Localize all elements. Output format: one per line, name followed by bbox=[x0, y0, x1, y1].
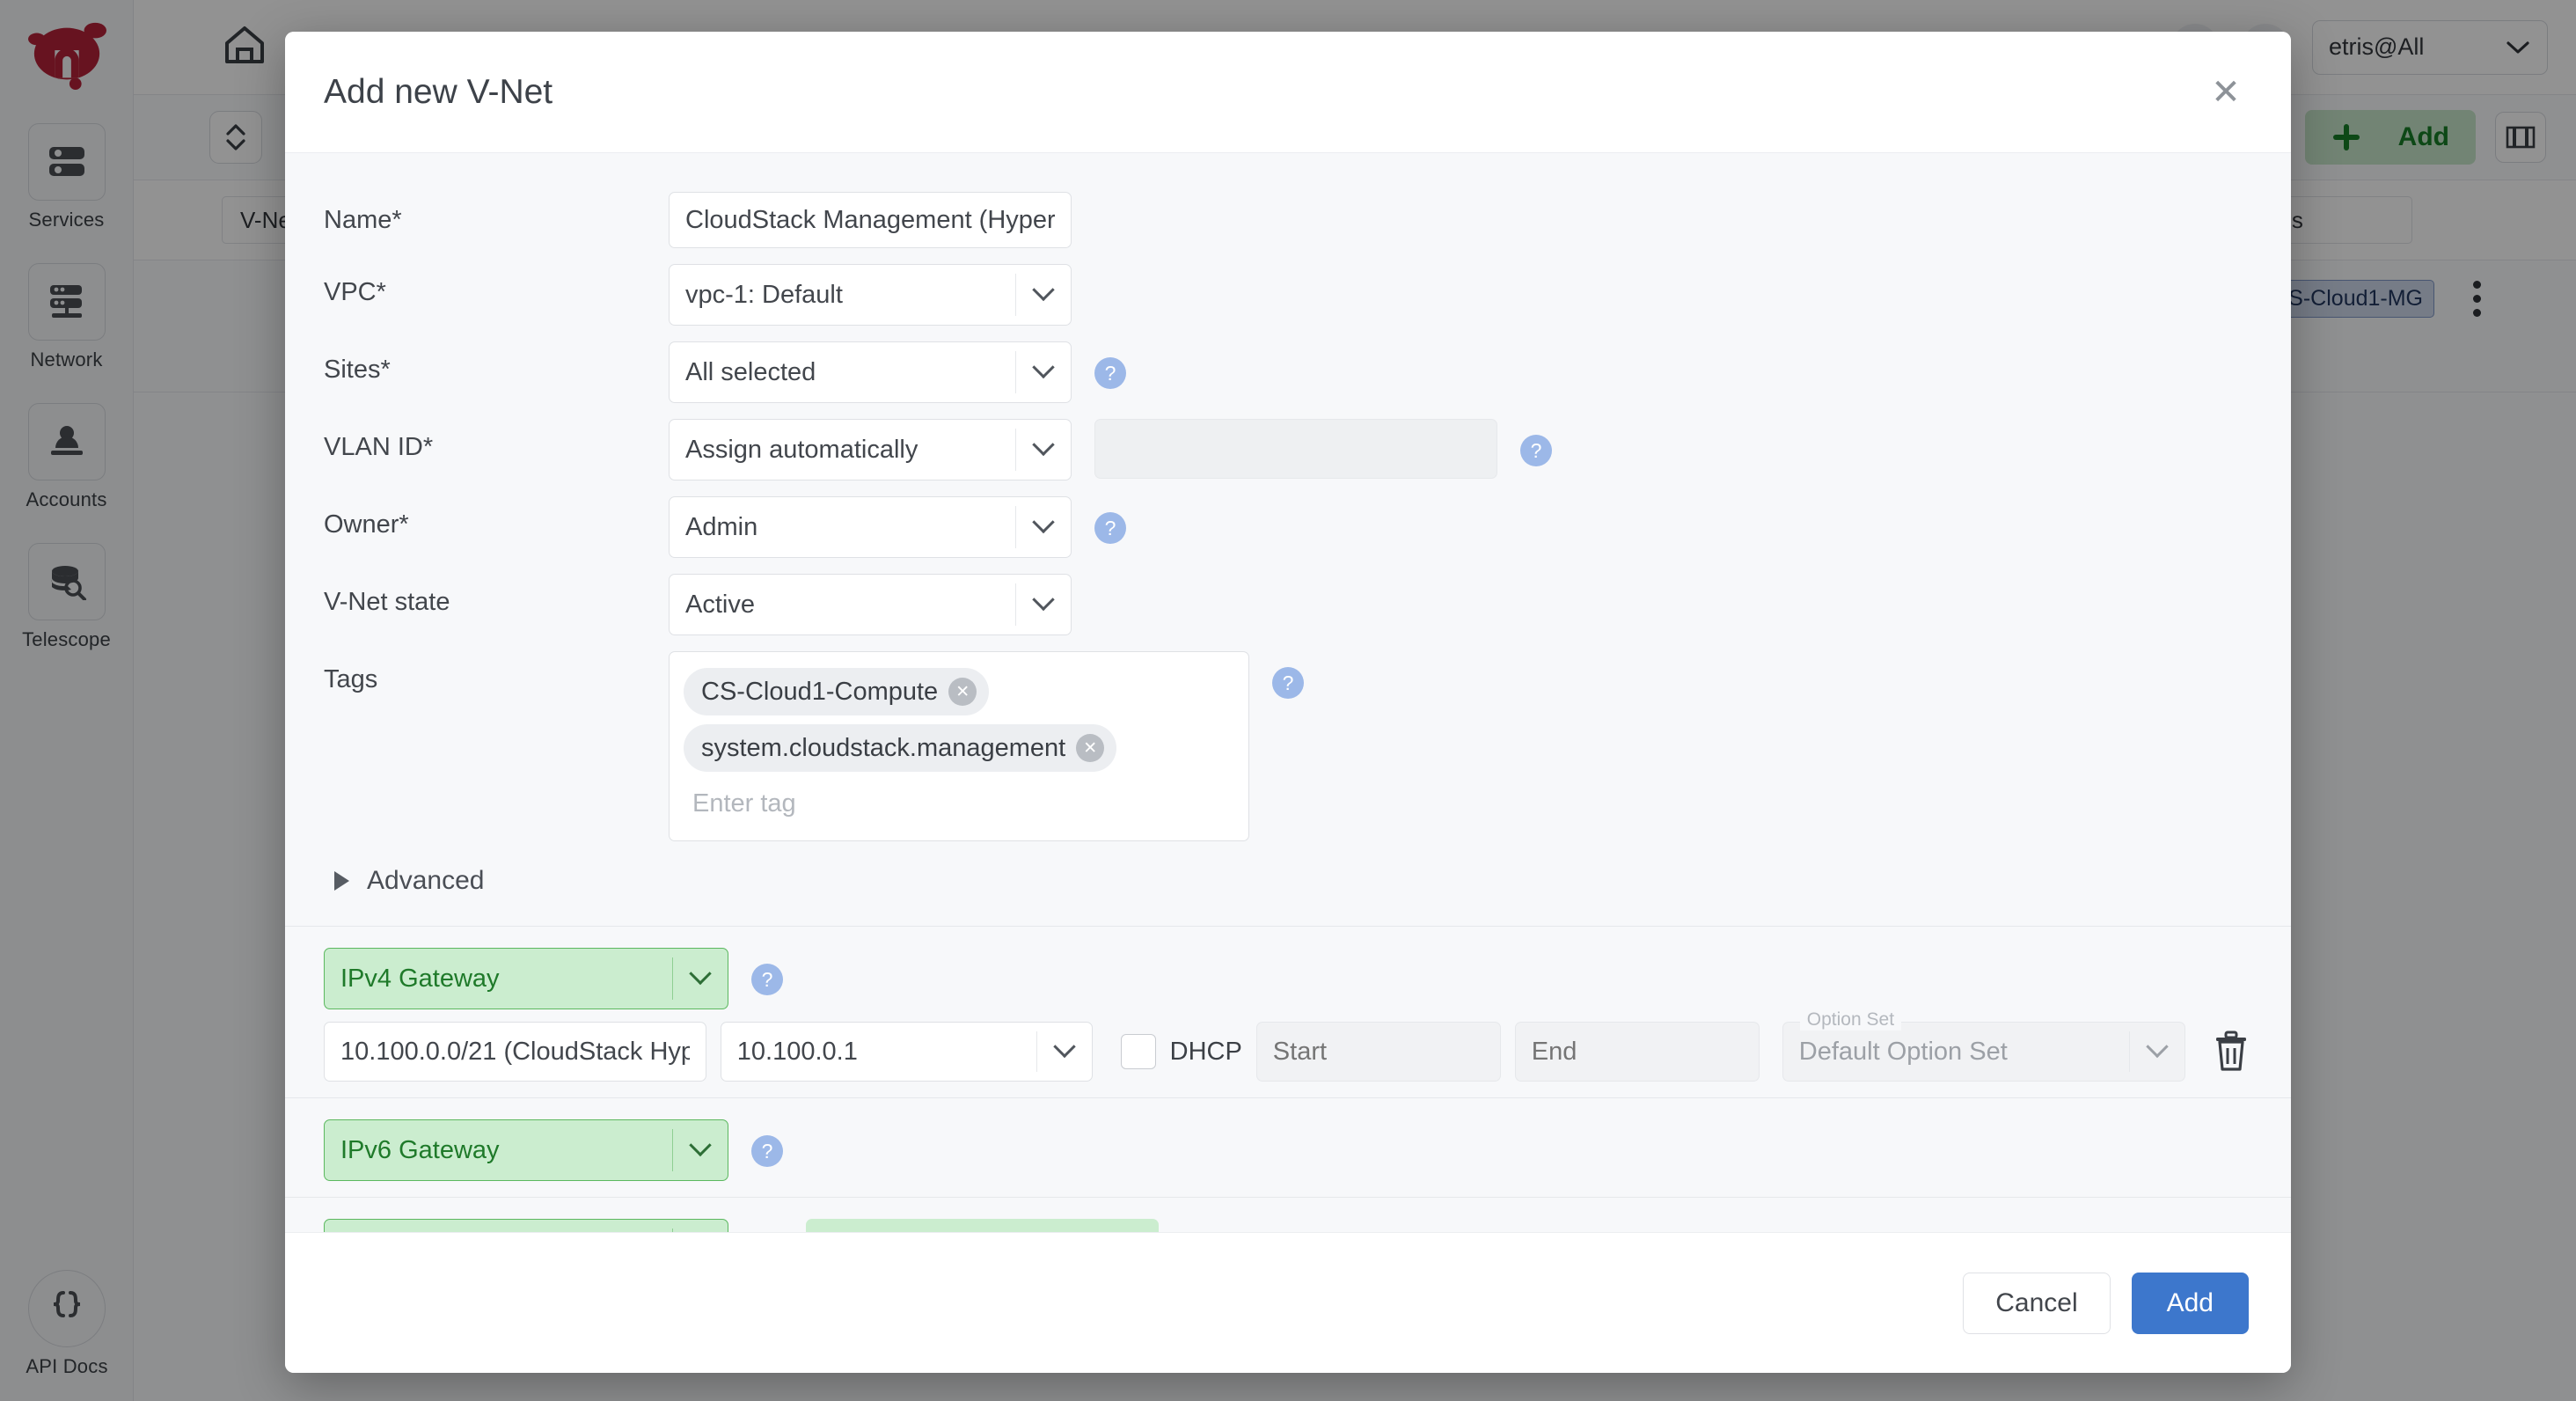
tag-entry-placeholder[interactable]: Enter tag bbox=[684, 781, 803, 818]
trash-glyph bbox=[2212, 1031, 2250, 1073]
help-icon[interactable]: ? bbox=[1272, 667, 1304, 699]
dhcp-end-input[interactable] bbox=[1515, 1022, 1760, 1082]
option-set-value: Default Option Set bbox=[1783, 1038, 2129, 1067]
ipv4-gateway-ip-select[interactable]: 10.100.0.1 bbox=[721, 1022, 1093, 1082]
add-vnet-dialog: Add new V-Net ✕ Name* VPC* vpc-1: Defaul… bbox=[285, 32, 2291, 1373]
chevron-down-icon bbox=[1016, 442, 1071, 458]
label-name: Name* bbox=[324, 192, 669, 235]
ipv4-gateway-row: 10.100.0.1 DHCP Option Set Default Optio… bbox=[324, 1022, 2252, 1082]
label-owner: Owner* bbox=[324, 496, 669, 539]
tags-input-box[interactable]: CS-Cloud1-Compute ✕ system.cloudstack.ma… bbox=[669, 651, 1249, 841]
dhcp-start-input[interactable] bbox=[1256, 1022, 1501, 1082]
tag-chip: CS-Cloud1-Compute ✕ bbox=[684, 668, 989, 715]
tag-chip-label: CS-Cloud1-Compute bbox=[701, 678, 938, 707]
option-set-field: Option Set Default Option Set bbox=[1782, 1022, 2185, 1082]
ipv6-gateway-button[interactable]: IPv6 Gateway bbox=[324, 1119, 728, 1181]
help-icon[interactable]: ? bbox=[1094, 512, 1126, 544]
vlan-mode-select[interactable]: Assign automatically bbox=[669, 419, 1072, 480]
state-select-value: Active bbox=[670, 590, 1015, 620]
dhcp-label: DHCP bbox=[1170, 1038, 1242, 1067]
cancel-button[interactable]: Cancel bbox=[1963, 1273, 2110, 1334]
close-small-icon[interactable]: ✕ bbox=[948, 678, 977, 706]
owner-select-value: Admin bbox=[670, 513, 1015, 542]
label-vlan: VLAN ID* bbox=[324, 419, 669, 462]
field-row-sites: Sites* All selected ? bbox=[324, 341, 2252, 403]
ipv4-subnet-input[interactable] bbox=[324, 1022, 706, 1082]
ipv6-gateway-label: IPv6 Gateway bbox=[325, 1136, 672, 1165]
advanced-label: Advanced bbox=[367, 866, 484, 896]
owner-select[interactable]: Admin bbox=[669, 496, 1072, 558]
dialog-footer: Cancel Add bbox=[285, 1232, 2291, 1373]
chevron-down-icon bbox=[1016, 364, 1071, 380]
help-icon[interactable]: ? bbox=[751, 1135, 783, 1167]
field-row-vlan: VLAN ID* Assign automatically ? bbox=[324, 419, 2252, 480]
chevron-down-icon bbox=[1037, 1044, 1092, 1060]
add-network-interface-tag-button[interactable]: Add Network Interface Tag bbox=[806, 1219, 1159, 1232]
chevron-down-icon bbox=[1016, 519, 1071, 535]
field-row-vpc: VPC* vpc-1: Default bbox=[324, 264, 2252, 326]
field-row-owner: Owner* Admin ? bbox=[324, 496, 2252, 558]
option-set-select[interactable]: Default Option Set bbox=[1782, 1022, 2185, 1082]
chevron-down-icon bbox=[673, 971, 728, 987]
state-select[interactable]: Active bbox=[669, 574, 1072, 635]
dialog-title: Add new V-Net bbox=[324, 73, 553, 112]
ipv4-gateway-label: IPv4 Gateway bbox=[325, 965, 672, 994]
chevron-down-icon bbox=[2130, 1044, 2184, 1060]
chevron-down-icon bbox=[1016, 597, 1071, 612]
field-row-name: Name* bbox=[324, 192, 2252, 248]
name-input[interactable] bbox=[669, 192, 1072, 248]
network-interface-section: Add Network Interface ? Add Network Inte… bbox=[324, 1198, 2252, 1232]
help-icon[interactable]: ? bbox=[1094, 357, 1126, 389]
sites-select[interactable]: All selected bbox=[669, 341, 1072, 403]
label-tags: Tags bbox=[324, 651, 669, 694]
triangle-right-icon bbox=[334, 871, 349, 891]
tag-chip: system.cloudstack.management ✕ bbox=[684, 724, 1116, 772]
advanced-toggle[interactable]: Advanced bbox=[334, 866, 2252, 896]
dialog-header: Add new V-Net ✕ bbox=[285, 32, 2291, 153]
dhcp-checkbox[interactable] bbox=[1121, 1034, 1156, 1069]
add-network-interface-button[interactable]: Add Network Interface bbox=[324, 1219, 728, 1232]
help-icon[interactable]: ? bbox=[751, 964, 783, 995]
chevron-down-icon bbox=[1016, 287, 1071, 303]
ipv4-gateway-section: IPv4 Gateway ? 10.100.0.1 DHCP Op bbox=[324, 927, 2252, 1097]
vlan-mode-value: Assign automatically bbox=[670, 436, 1015, 465]
label-vpc: VPC* bbox=[324, 264, 669, 307]
close-small-icon[interactable]: ✕ bbox=[1076, 734, 1104, 762]
sites-select-value: All selected bbox=[670, 358, 1015, 387]
ipv4-gateway-ip-value: 10.100.0.1 bbox=[721, 1038, 1036, 1067]
tag-chip-label: system.cloudstack.management bbox=[701, 734, 1065, 763]
trash-icon[interactable] bbox=[2210, 1029, 2252, 1075]
chevron-down-icon bbox=[673, 1142, 728, 1158]
ipv4-gateway-button[interactable]: IPv4 Gateway bbox=[324, 948, 728, 1009]
label-state: V-Net state bbox=[324, 574, 669, 617]
field-row-tags: Tags CS-Cloud1-Compute ✕ system.cloudsta… bbox=[324, 651, 2252, 841]
option-set-legend: Option Set bbox=[1800, 1009, 1901, 1031]
close-icon[interactable]: ✕ bbox=[2199, 66, 2252, 119]
vlan-id-input bbox=[1094, 419, 1497, 479]
dialog-body: Name* VPC* vpc-1: Default Sites* All sel… bbox=[285, 153, 2291, 1232]
vpc-select-value: vpc-1: Default bbox=[670, 281, 1015, 310]
vpc-select[interactable]: vpc-1: Default bbox=[669, 264, 1072, 326]
ipv6-gateway-section: IPv6 Gateway ? bbox=[324, 1098, 2252, 1197]
label-sites: Sites* bbox=[324, 341, 669, 385]
help-icon[interactable]: ? bbox=[1520, 435, 1552, 466]
field-row-state: V-Net state Active bbox=[324, 574, 2252, 635]
submit-add-button[interactable]: Add bbox=[2132, 1273, 2249, 1334]
